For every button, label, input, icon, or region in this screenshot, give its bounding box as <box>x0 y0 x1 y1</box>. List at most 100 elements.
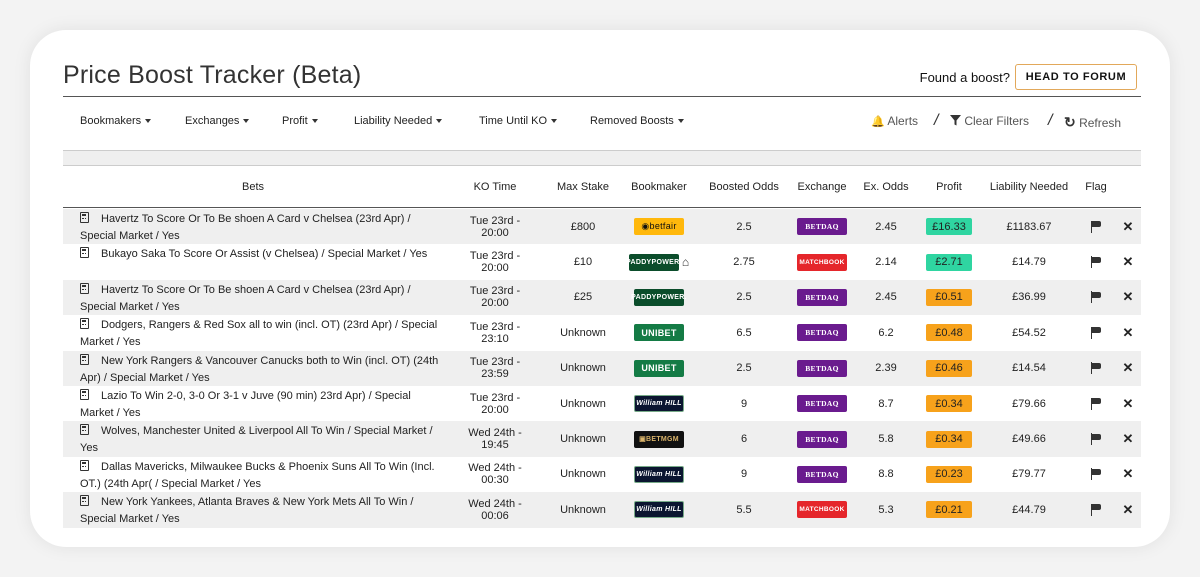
flag-button[interactable] <box>1083 280 1109 315</box>
liability: £14.54 <box>1012 362 1046 375</box>
bookmaker-logo[interactable]: UNIBET <box>634 324 684 342</box>
col-boosted-odds[interactable]: Boosted Odds <box>699 181 789 193</box>
remove-button[interactable]: ✕ <box>1117 351 1139 386</box>
calculator-icon[interactable] <box>80 353 89 365</box>
exchange-logo[interactable]: BETDAQ <box>797 465 847 483</box>
bookmaker-logo[interactable]: ◉betfair <box>634 218 684 236</box>
col-profit[interactable]: Profit <box>909 181 989 193</box>
boosted-odds: 9 <box>740 468 748 481</box>
max-stake: £10 <box>573 256 593 269</box>
remove-button[interactable]: ✕ <box>1117 421 1139 456</box>
flag-icon <box>1090 433 1102 446</box>
bookmaker-logo[interactable]: William HILL <box>634 465 684 483</box>
exchange-logo[interactable]: MATCHBOOK <box>797 253 847 271</box>
remove-button[interactable]: ✕ <box>1117 492 1139 527</box>
calculator-icon[interactable] <box>80 318 89 330</box>
exchange-logo[interactable]: BETDAQ <box>797 218 847 236</box>
caret-down-icon <box>311 119 318 124</box>
ko-time: Tue 23rd - 20:00 <box>469 214 521 239</box>
bet-text: Havertz To Score Or To Be shoen A Card v… <box>80 283 411 313</box>
exchange-logo[interactable]: BETDAQ <box>797 395 847 413</box>
table-body: Havertz To Score Or To Be shoen A Card v… <box>63 209 1141 528</box>
calculator-icon[interactable] <box>80 495 89 507</box>
filter-time-until-ko[interactable]: Time Until KO <box>479 115 558 127</box>
flag-button[interactable] <box>1083 492 1109 527</box>
bookmaker-logo[interactable]: William HILL <box>634 395 684 413</box>
filter-bookmakers[interactable]: Bookmakers <box>80 115 152 127</box>
refresh-button[interactable]: ↻ Refresh <box>1064 114 1121 131</box>
remove-button[interactable]: ✕ <box>1117 315 1139 350</box>
profit-cell: £0.48 <box>909 315 989 350</box>
boosted-odds: 6.5 <box>736 326 752 339</box>
calculator-icon[interactable] <box>80 212 89 223</box>
flag-icon <box>1090 291 1102 304</box>
col-liability[interactable]: Liability Needed <box>979 181 1079 193</box>
remove-button[interactable]: ✕ <box>1117 386 1139 421</box>
flag-button[interactable] <box>1083 351 1109 386</box>
caret-down-icon <box>677 119 684 124</box>
calculator-icon[interactable] <box>80 282 89 294</box>
liability: £36.99 <box>1012 291 1046 304</box>
remove-button[interactable]: ✕ <box>1117 457 1139 492</box>
profit-badge: £0.34 <box>926 430 972 448</box>
alerts-label: Alerts <box>887 114 919 128</box>
boosted-odds: 2.5 <box>736 362 752 375</box>
bookmaker-logo[interactable]: ▣BETMGM <box>634 430 684 448</box>
flag-button[interactable] <box>1083 315 1109 350</box>
close-icon: ✕ <box>1122 466 1134 482</box>
flag-button[interactable] <box>1083 386 1109 421</box>
filter-removed-label: Removed Boosts <box>590 115 674 127</box>
col-bookmaker[interactable]: Bookmaker <box>619 181 699 193</box>
bookmaker-logo[interactable]: UNIBET <box>634 359 684 377</box>
exchange-logo[interactable]: BETDAQ <box>797 430 847 448</box>
calculator-icon[interactable] <box>80 459 89 471</box>
profit-cell: £0.21 <box>909 492 989 527</box>
calculator-icon[interactable] <box>80 388 89 400</box>
exchange-logo[interactable]: BETDAQ <box>797 324 847 342</box>
bet-text: Havertz To Score Or To Be shoen A Card v… <box>80 213 411 242</box>
bookmaker-logo[interactable]: William HILL <box>634 501 684 519</box>
calculator-icon[interactable] <box>80 247 89 259</box>
flag-button[interactable] <box>1083 244 1109 279</box>
ko-time: Tue 23rd - 20:00 <box>469 285 521 310</box>
profit-badge: £0.21 <box>926 501 972 519</box>
boosted-odds: 5.5 <box>736 503 752 516</box>
alerts-button[interactable]: 🔔 Alerts <box>871 114 918 128</box>
filter-exchanges[interactable]: Exchanges <box>185 115 250 127</box>
filter-liability[interactable]: Liability Needed <box>354 115 443 127</box>
table-row: New York Rangers & Vancouver Canucks bot… <box>63 350 1141 387</box>
flag-button[interactable] <box>1083 209 1109 244</box>
bet-description: Havertz To Score Or To Be shoen A Card v… <box>80 211 440 245</box>
col-bets[interactable]: Bets <box>63 181 443 193</box>
bookmaker-logo[interactable]: PADDYPOWER. <box>631 288 687 306</box>
liability: £79.77 <box>1012 468 1046 481</box>
bookmaker-logo[interactable]: PADDYPOWER. <box>626 253 681 271</box>
bookmaker-cell: PADDYPOWER. ⌂ <box>619 244 699 279</box>
ko-time: Wed 24th - 00:06 <box>468 497 522 522</box>
exchange-logo[interactable]: BETDAQ <box>797 288 847 306</box>
bookmaker-cell: ▣BETMGM <box>619 421 699 456</box>
flag-button[interactable] <box>1083 421 1109 456</box>
filter-time-label: Time Until KO <box>479 115 548 127</box>
exchange-logo[interactable]: MATCHBOOK <box>797 501 847 519</box>
col-max-stake[interactable]: Max Stake <box>543 181 623 193</box>
col-ko-time[interactable]: KO Time <box>455 181 535 193</box>
remove-button[interactable]: ✕ <box>1117 280 1139 315</box>
head-to-forum-button[interactable]: HEAD TO FORUM <box>1015 64 1137 90</box>
bookmaker-cell: William HILL <box>619 492 699 527</box>
remove-button[interactable]: ✕ <box>1117 244 1139 279</box>
bet-description: New York Rangers & Vancouver Canucks bot… <box>80 353 440 387</box>
close-icon: ✕ <box>1122 395 1134 411</box>
remove-button[interactable]: ✕ <box>1117 209 1139 244</box>
flag-icon <box>1090 468 1102 481</box>
liability: £49.66 <box>1012 433 1046 446</box>
filter-removed-boosts[interactable]: Removed Boosts <box>590 115 684 127</box>
filter-profit[interactable]: Profit <box>282 115 318 127</box>
separator: / <box>934 112 939 129</box>
profit-badge: £0.34 <box>926 395 972 413</box>
exchange-logo[interactable]: BETDAQ <box>797 359 847 377</box>
flag-button[interactable] <box>1083 457 1109 492</box>
calculator-icon[interactable] <box>80 424 89 436</box>
close-icon: ✕ <box>1122 324 1134 340</box>
clear-filters-button[interactable]: Clear Filters <box>950 114 1029 128</box>
